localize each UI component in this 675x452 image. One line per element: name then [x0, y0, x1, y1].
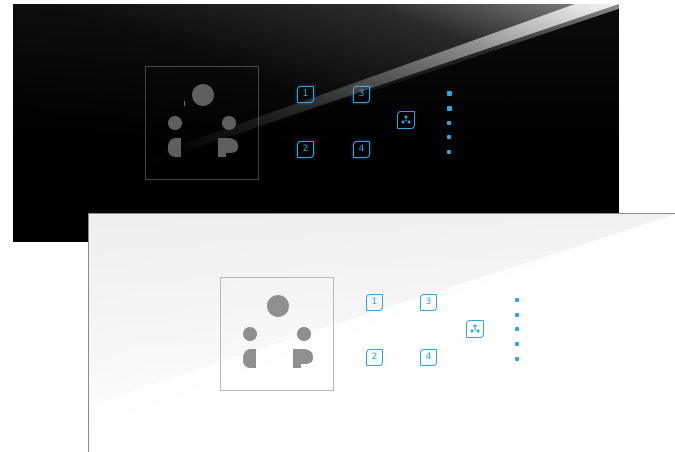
socket-shutter-right	[293, 349, 313, 368]
touch-key-1[interactable]: 1	[366, 294, 383, 311]
touch-key-3[interactable]: 3	[420, 294, 437, 311]
fan-speed-led-4	[515, 313, 519, 317]
socket-pin-left	[243, 327, 257, 341]
fan-speed-led-3	[515, 327, 519, 331]
fan-speed-led-2	[515, 342, 519, 346]
fan-speed-led-5	[515, 298, 519, 302]
white-switch-panel: 1 2 3 4	[88, 213, 675, 452]
socket-shutter-left	[243, 349, 256, 368]
fan-speed-led-1	[515, 357, 519, 361]
socket-pin-right	[297, 327, 311, 341]
glass-reflection	[89, 214, 675, 405]
socket-earth-pin	[267, 295, 289, 317]
touch-key-2[interactable]: 2	[366, 349, 383, 366]
socket-plate	[220, 277, 334, 391]
fan-key[interactable]	[466, 320, 484, 338]
fan-icon	[470, 324, 480, 333]
touch-key-4[interactable]: 4	[420, 349, 437, 366]
